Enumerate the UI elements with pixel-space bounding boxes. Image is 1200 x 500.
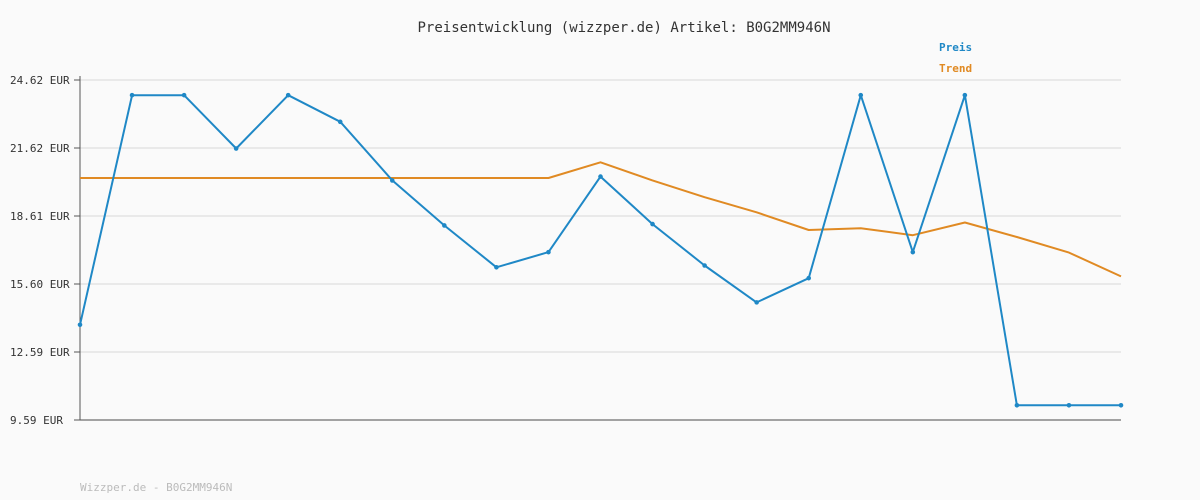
preis-point [1118, 402, 1124, 408]
y-tick-label: 24.62 EUR [10, 74, 70, 87]
preis-point [858, 92, 864, 98]
grid-lines [74, 79, 1121, 421]
preis-line [79, 94, 1121, 407]
preis-point [702, 263, 707, 268]
preis-point [390, 178, 395, 183]
preis-point [1066, 402, 1072, 408]
axes [79, 76, 1121, 421]
y-tick-labels: 24.62 EUR 21.62 EUR 18.61 EUR 15.60 EUR 12.5… [10, 74, 70, 427]
series-markers [77, 92, 1124, 408]
y-tick-label: 18.61 EUR [10, 210, 70, 223]
preis-point [494, 265, 499, 270]
preis-point [1014, 402, 1020, 408]
preis-point [546, 249, 551, 255]
trend-line [80, 161, 1122, 278]
y-tick-label: 9.59 EUR [10, 414, 63, 427]
preis-point [650, 221, 655, 227]
preis-point [962, 92, 968, 98]
footer-text: Wizzper.de - B0G2MM946N [80, 481, 232, 494]
y-tick-label: 15.60 EUR [10, 278, 70, 291]
legend-preis: Preis [939, 41, 972, 54]
preis-point [181, 92, 187, 98]
chart-title: Preisentwicklung (wizzper.de) Artikel: B… [417, 20, 830, 36]
price-chart: Preisentwicklung (wizzper.de) Artikel: B… [10, 20, 1124, 494]
series-lines [79, 94, 1122, 407]
preis-point [442, 223, 447, 228]
preis-point [77, 322, 83, 328]
preis-point [806, 275, 811, 281]
preis-point [910, 249, 916, 255]
preis-point [754, 300, 759, 305]
preis-point [233, 146, 239, 151]
y-tick-label: 12.59 EUR [10, 346, 70, 359]
legend-trend: Trend [939, 62, 972, 75]
preis-point [285, 92, 291, 98]
preis-point [598, 174, 603, 179]
legend: Preis Trend [939, 41, 972, 75]
preis-point [129, 92, 135, 98]
y-tick-label: 21.62 EUR [10, 142, 70, 155]
preis-point [337, 119, 343, 125]
